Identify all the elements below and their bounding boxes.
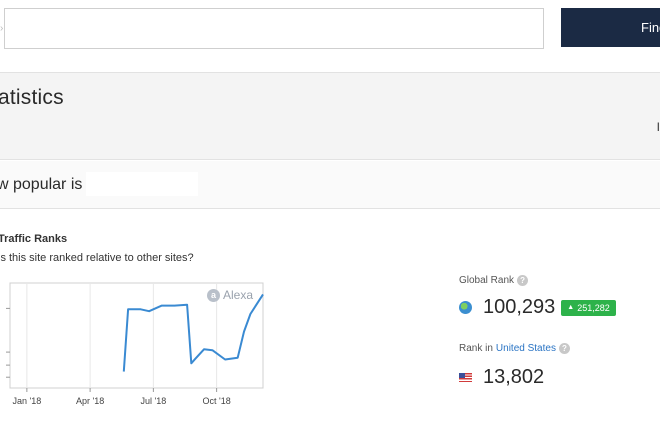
country-link[interactable]: United States <box>496 343 556 354</box>
country-rank-label: Rank in <box>459 343 493 354</box>
site-name-redacted <box>86 172 198 196</box>
help-icon[interactable]: ? <box>517 275 529 286</box>
globe-icon <box>459 301 472 314</box>
traffic-ranks-heading: Traffic Ranks <box>0 233 68 245</box>
chart-x-tick-label: Jan '18 <box>12 396 41 406</box>
popularity-row: w popular is <box>0 161 660 209</box>
rank-change-badge: ▲ 251,282 <box>561 299 616 316</box>
popularity-heading: w popular is <box>0 176 83 193</box>
country-rank-value: 13,802 <box>483 366 545 388</box>
country-rank-row: 13,802 <box>459 366 544 389</box>
header-right-text: I <box>656 120 660 134</box>
traffic-ranks-subheading: is this site ranked relative to other si… <box>0 252 194 264</box>
rank-change-value: 251,282 <box>577 302 610 313</box>
alexa-label: Alexa <box>223 288 254 302</box>
page-title: atistics <box>0 86 64 109</box>
chart-x-tick-label: Jul '18 <box>140 396 166 406</box>
find-button[interactable]: Find <box>561 8 660 47</box>
alexa-logo-icon: a <box>207 288 220 302</box>
help-icon[interactable]: ? <box>558 343 570 354</box>
arrow-up-icon: ▲ <box>567 303 575 311</box>
country-rank-label-row: Rank in United States ? <box>459 343 570 354</box>
traffic-rank-chart: Jan '18 Apr '18 Jul '18 Oct '18 a Alexa <box>0 280 270 410</box>
alexa-logo: a Alexa <box>207 288 253 302</box>
global-rank-row: 100,293 ▲ 251,282 <box>459 296 616 319</box>
us-flag-icon <box>459 373 472 382</box>
chart-x-tick-label: Oct '18 <box>202 396 230 406</box>
global-rank-label: Global Rank <box>459 275 515 286</box>
global-rank-value: 100,293 <box>483 296 556 318</box>
search-input[interactable] <box>4 8 544 49</box>
search-bar: › Find <box>0 0 660 72</box>
chart-x-tick-label: Apr '18 <box>76 396 104 406</box>
global-rank-label-row: Global Rank ? <box>459 275 529 286</box>
statistics-header: atistics I <box>0 72 660 160</box>
